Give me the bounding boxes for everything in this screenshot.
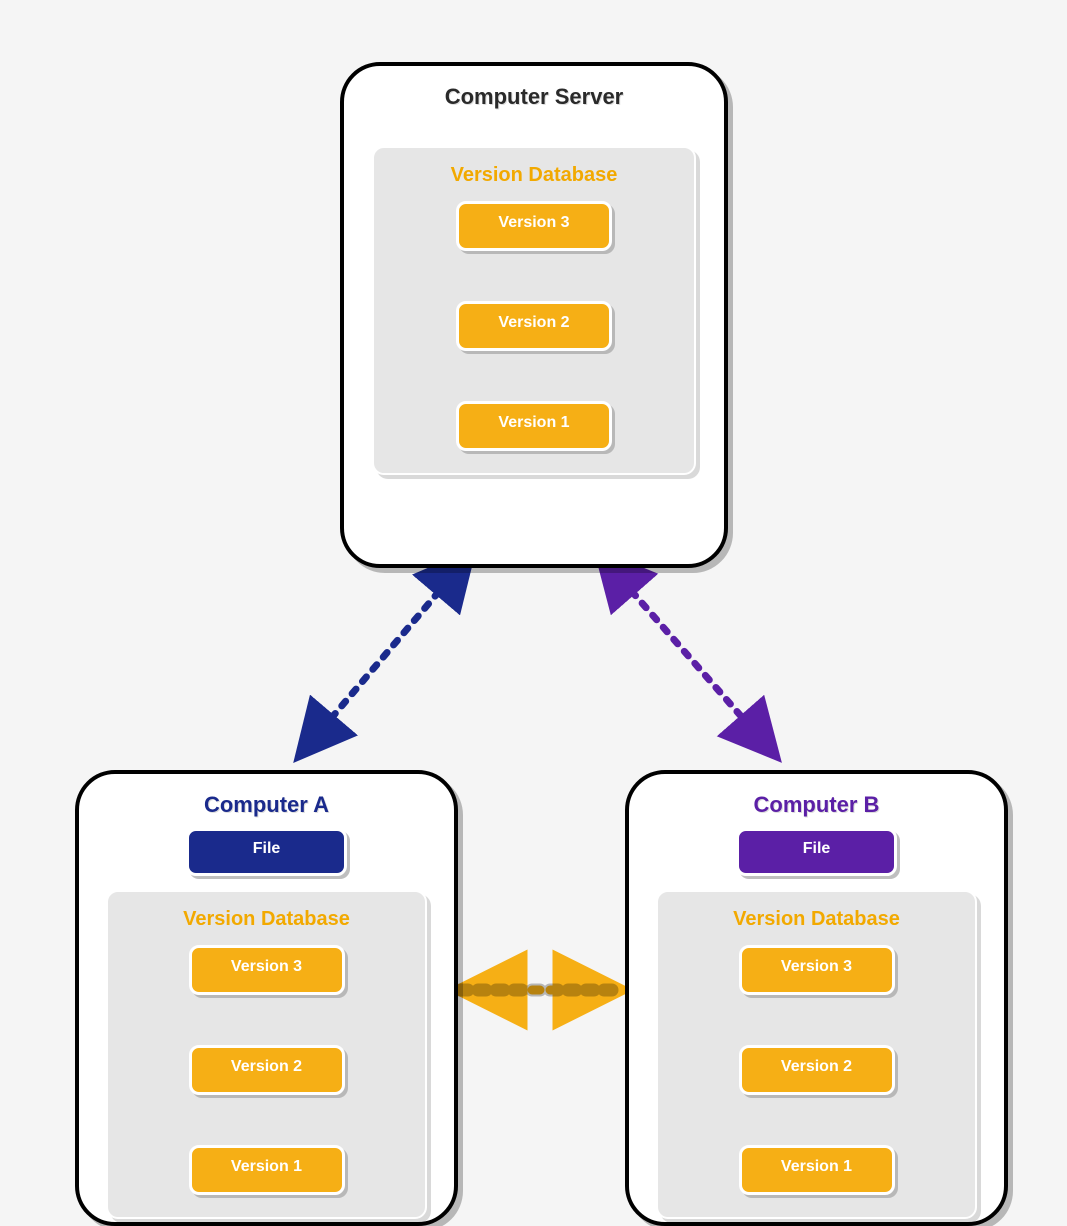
computer-b-title: Computer B: [629, 792, 1004, 818]
server-db-panel: Version Database Version 3 Version 2 Ver…: [372, 146, 696, 475]
computer-a-version-2: Version 2: [189, 1045, 345, 1095]
arrow-server-to-a: [300, 555, 470, 755]
computer-b-version-1: Version 1: [739, 1145, 895, 1195]
computer-a-version-3: Version 3: [189, 945, 345, 995]
computer-a-db-panel: Version Database Version 3 Version 2 Ver…: [106, 890, 427, 1219]
computer-a-file: File: [186, 828, 347, 876]
server-version-3: Version 3: [456, 201, 612, 251]
computer-a-title: Computer A: [79, 792, 454, 818]
server-title: Computer Server: [344, 84, 724, 110]
computer-a-version-1: Version 1: [189, 1145, 345, 1195]
computer-b-box: Computer B File Version Database Version…: [625, 770, 1008, 1226]
computer-a-db-title: Version Database: [120, 908, 413, 931]
computer-b-db-title: Version Database: [670, 908, 963, 931]
server-box: Computer Server Version Database Version…: [340, 62, 728, 568]
server-version-2: Version 2: [456, 301, 612, 351]
computer-b-db-panel: Version Database Version 3 Version 2 Ver…: [656, 890, 977, 1219]
computer-b-version-2: Version 2: [739, 1045, 895, 1095]
arrow-server-to-b: [600, 555, 775, 755]
computer-b-version-3: Version 3: [739, 945, 895, 995]
computer-a-box: Computer A File Version Database Version…: [75, 770, 458, 1226]
diagram-stage: Computer Server Version Database Version…: [0, 0, 1067, 1200]
server-db-title: Version Database: [386, 164, 682, 187]
computer-b-file: File: [736, 828, 897, 876]
server-version-1: Version 1: [456, 401, 612, 451]
